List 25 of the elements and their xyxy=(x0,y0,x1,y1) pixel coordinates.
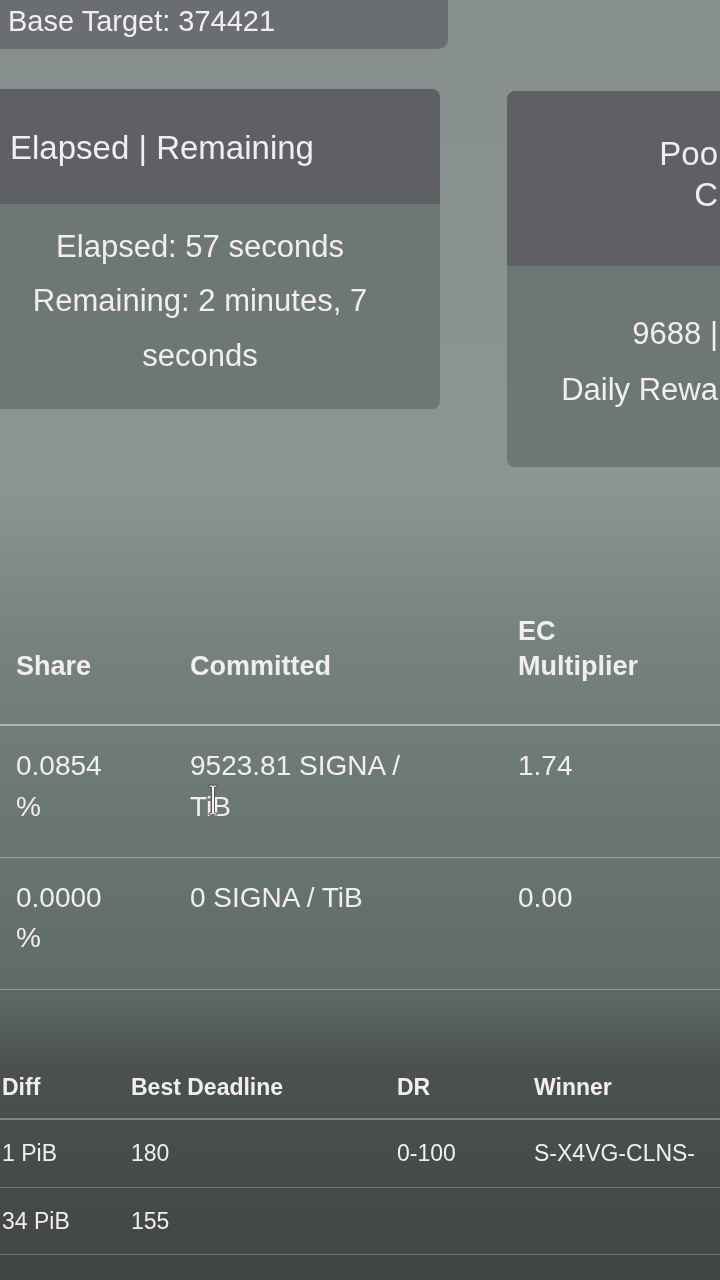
card-text: 9688 | xyxy=(631,314,718,353)
card-text: Remaining: 2 minutes, 7 seconds xyxy=(31,282,369,375)
table-cell: 0-100 xyxy=(393,1119,528,1188)
column-header: Best Deadline xyxy=(125,1057,393,1120)
card-header: Elapsed | Remaining xyxy=(0,88,440,205)
table-cell: 0.00 xyxy=(503,857,720,990)
table-cell: S-X4VG-CLNS- xyxy=(528,1119,720,1188)
column-header: Winner xyxy=(528,1057,720,1120)
column-header: Diff xyxy=(0,1057,125,1120)
card-text: Elapsed: 57 seconds xyxy=(55,228,345,267)
column-header: EC Multiplier xyxy=(503,577,720,726)
table-cell: 0 SIGNA / TiB xyxy=(175,857,503,990)
table-cell: 180 xyxy=(125,1119,393,1188)
card-header: Poo C xyxy=(507,90,720,266)
column-header: Share xyxy=(0,577,175,726)
card-text: Base Target: 374421 xyxy=(8,4,277,39)
table-cell: 0.0000 % xyxy=(0,857,175,990)
card-text: Daily Rewa xyxy=(560,370,718,409)
column-header: Committed xyxy=(175,577,503,726)
table-cell: 1 PiB xyxy=(0,1119,125,1188)
table-cell: 0.0854 % xyxy=(0,725,175,858)
table-cell: 155 xyxy=(125,1187,393,1255)
column-header: DR xyxy=(393,1057,528,1120)
table-cell: 1.74 xyxy=(503,725,720,858)
table-cell: 34 PiB xyxy=(0,1187,125,1255)
